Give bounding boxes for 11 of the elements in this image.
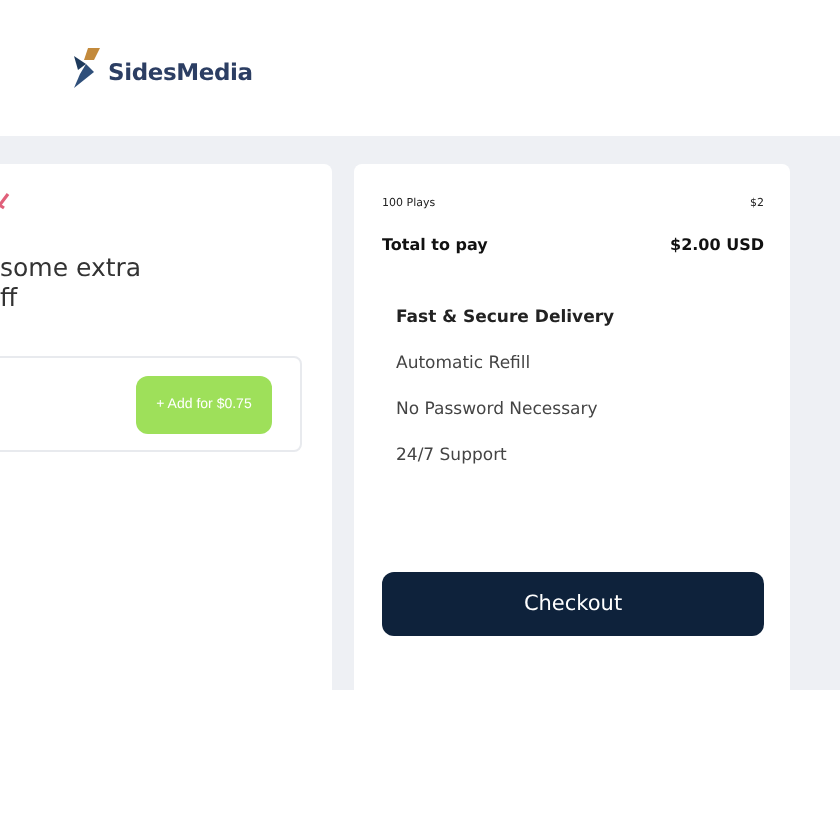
total-label: Total to pay — [382, 236, 488, 254]
total-amount: $2.00 USD — [670, 236, 764, 254]
feature-heading: Fast & Secure Delivery — [396, 306, 617, 330]
logo-text: SidesMedia — [108, 58, 253, 86]
feature-item: No Password Necessary — [396, 398, 600, 422]
upsell-text: ff — [0, 282, 20, 312]
checkout-button[interactable]: Checkout — [382, 572, 764, 636]
feature-item: 24/7 Support — [396, 444, 509, 468]
upsell-text: some extra — [0, 252, 144, 282]
logo-icon — [70, 48, 102, 88]
feature-item: Automatic Refill — [396, 352, 533, 376]
